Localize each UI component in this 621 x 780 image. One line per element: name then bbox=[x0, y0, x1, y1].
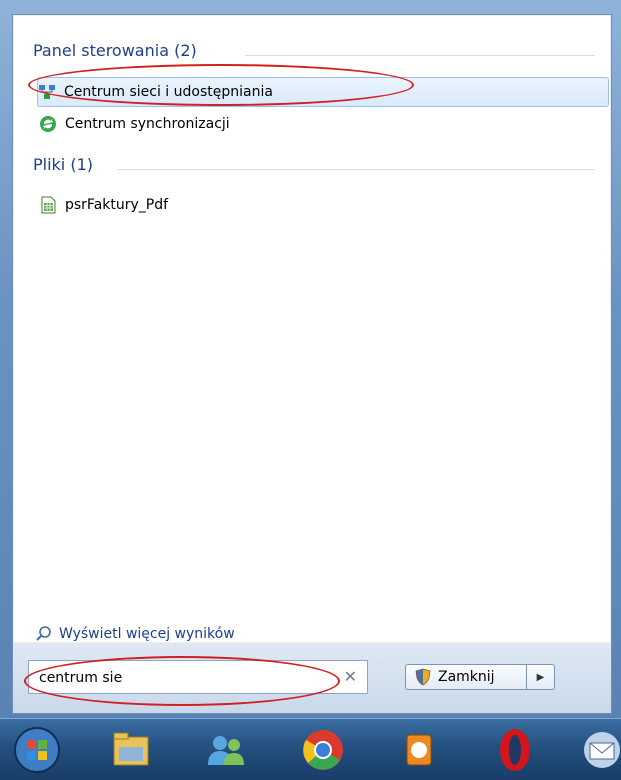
see-more-results-link[interactable]: Wyświetl więcej wyników bbox=[35, 623, 235, 645]
messenger-icon[interactable] bbox=[200, 725, 254, 775]
shutdown-label: Zamknij bbox=[438, 669, 495, 685]
shield-icon bbox=[415, 668, 431, 686]
result-network-sharing-center[interactable]: Centrum sieci i udostępniania bbox=[37, 77, 609, 107]
search-icon bbox=[36, 626, 51, 641]
result-label: Centrum synchronizacji bbox=[65, 116, 230, 132]
see-more-label: Wyświetl więcej wyników bbox=[59, 626, 235, 642]
chrome-icon[interactable] bbox=[296, 725, 350, 775]
start-orb-icon[interactable] bbox=[10, 725, 64, 775]
network-sharing-center-icon bbox=[39, 85, 55, 99]
result-label: psrFaktury_Pdf bbox=[65, 197, 169, 213]
shutdown-button[interactable]: Zamknij bbox=[405, 664, 527, 690]
chevron-right-icon: ▶ bbox=[536, 671, 545, 683]
group-header-files: Pliki (1) bbox=[33, 155, 93, 174]
sync-center-icon bbox=[40, 116, 56, 132]
close-icon[interactable]: ✕ bbox=[344, 667, 357, 686]
search-input[interactable] bbox=[37, 666, 331, 690]
start-menu: Panel sterowania (2) Centrum sieci i udo… bbox=[0, 0, 621, 718]
search-box[interactable]: ✕ bbox=[28, 660, 368, 694]
thunderbird-icon[interactable] bbox=[575, 725, 621, 775]
shutdown-control: Zamknij ▶ bbox=[405, 664, 555, 690]
media-player-icon[interactable] bbox=[392, 725, 446, 775]
group-divider bbox=[117, 169, 595, 170]
result-file-psrfaktury[interactable]: psrFaktury_Pdf bbox=[39, 191, 168, 219]
group-header-control-panel: Panel sterowania (2) bbox=[33, 41, 197, 60]
opera-icon[interactable] bbox=[488, 725, 542, 775]
taskbar bbox=[0, 718, 621, 780]
group-divider bbox=[245, 55, 595, 56]
search-results-pane: Panel sterowania (2) Centrum sieci i udo… bbox=[12, 14, 612, 644]
result-label: Centrum sieci i udostępniania bbox=[64, 84, 273, 100]
file-explorer-icon[interactable] bbox=[104, 725, 158, 775]
result-sync-center[interactable]: Centrum synchronizacji bbox=[39, 110, 230, 138]
spreadsheet-file-icon bbox=[41, 196, 56, 214]
shutdown-options-button[interactable]: ▶ bbox=[527, 664, 555, 690]
